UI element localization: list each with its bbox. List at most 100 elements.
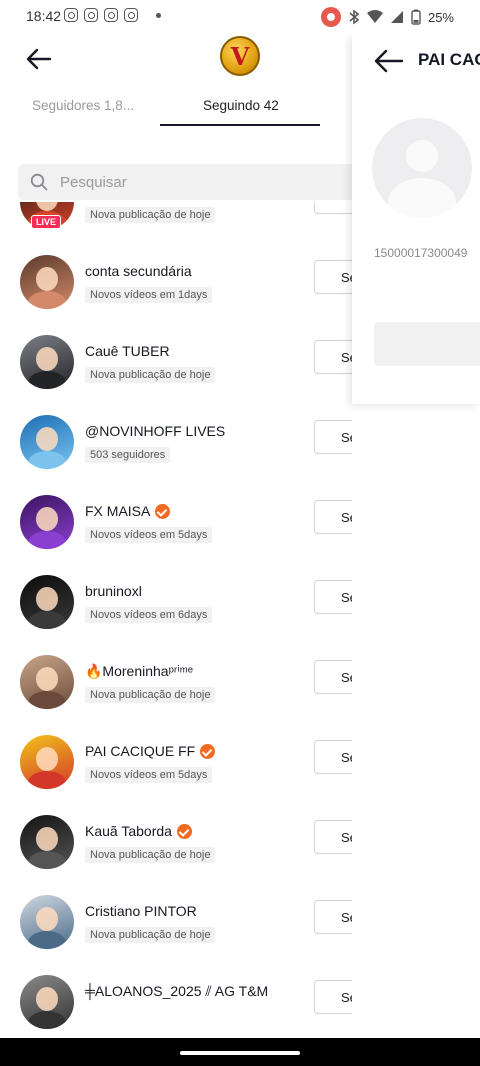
profile-user-id: 15000017300049 [374, 246, 468, 260]
search-icon [30, 173, 48, 191]
user-name: Cristiano PINTOR [85, 903, 197, 919]
search-bar[interactable] [18, 164, 352, 200]
bluetooth-icon [349, 9, 360, 25]
notification-icons [64, 8, 161, 22]
user-name: bruninoxl [85, 583, 142, 599]
user-name-line: bruninoxl [85, 583, 142, 599]
user-name: conta secundária [85, 263, 192, 279]
user-activity-label: Nova publicação de hoje [85, 207, 216, 223]
following-button[interactable]: Se [314, 500, 352, 534]
user-activity-label: Novos vídeos em 5days [85, 527, 213, 543]
back-arrow-icon [374, 49, 404, 73]
profile-title: PAI CACIQUE FF [418, 50, 480, 69]
user-activity-label: Nova publicação de hoje [85, 847, 216, 863]
user-name: @NOVINHOFF LIVES [85, 423, 226, 439]
user-name-line: PAI CACIQUE FF [85, 743, 216, 759]
following-list-item[interactable]: PAI CACIQUE FF Novos vídeos em 5days Se [0, 722, 352, 802]
user-name: PAI CACIQUE FF [85, 743, 196, 759]
following-button[interactable]: Se [314, 980, 352, 1014]
status-time: 18:42 [26, 8, 62, 24]
logo-letter: V [230, 41, 250, 71]
user-avatar[interactable] [20, 735, 74, 789]
instagram-icon [84, 8, 98, 22]
user-name-line: Kauã Taborda [85, 823, 192, 839]
user-avatar[interactable] [20, 895, 74, 949]
verified-badge-icon [176, 823, 192, 839]
following-list-item[interactable]: LIVECASAL GB TMNova publicação de hojeSe [0, 202, 352, 242]
profile-action-button[interactable] [374, 322, 480, 366]
following-button[interactable]: Se [314, 900, 352, 934]
following-list-item[interactable]: bruninoxl Novos vídeos em 6days Se [0, 562, 352, 642]
user-activity-label: 503 seguidores [85, 447, 171, 463]
user-activity-label: Nova publicação de hoje [85, 927, 216, 943]
user-name: Kauã Taborda [85, 823, 172, 839]
user-avatar[interactable] [20, 815, 74, 869]
signal-icon [390, 11, 403, 23]
user-activity-label: Novos vídeos em 5days [85, 767, 213, 783]
back-arrow-icon [26, 48, 52, 70]
app-notification-icon [64, 8, 78, 22]
following-button[interactable]: Se [314, 260, 352, 294]
home-gesture-bar[interactable] [180, 1051, 300, 1055]
following-button[interactable]: Se [314, 420, 352, 454]
user-name-line: 🔥Moreninhaᵖʳⁱᵐᵉ [85, 663, 193, 680]
user-name-line: @NOVINHOFF LIVES [85, 423, 225, 439]
following-list-item[interactable]: @NOVINHOFF LIVES 503 seguidores Se [0, 402, 352, 482]
battery-icon [411, 9, 421, 25]
following-list: LIVECASAL GB TMNova publicação de hojeSe… [0, 202, 352, 1038]
user-name-line: Cauê TUBER [85, 343, 170, 359]
active-tab-indicator [160, 124, 320, 126]
user-name: FX MAISA [85, 503, 151, 519]
live-badge: LIVE [31, 215, 62, 229]
following-button[interactable]: Se [314, 202, 352, 214]
user-avatar[interactable] [20, 255, 74, 309]
following-button[interactable]: Se [314, 660, 352, 694]
status-bar: 18:42 25% [0, 0, 480, 34]
wifi-icon [366, 10, 383, 23]
screen-record-icon [320, 7, 341, 27]
following-list-item[interactable]: conta secundária Novos vídeos em 1days Se [0, 242, 352, 322]
following-list-item[interactable]: Kauã Taborda Nova publicação de hoje Se [0, 802, 352, 882]
user-activity-label: Novos vídeos em 1days [85, 287, 213, 303]
verified-badge-icon [200, 743, 216, 759]
back-button[interactable] [22, 42, 56, 76]
following-list-item[interactable]: Cauê TUBER Nova publicação de hoje Se [0, 322, 352, 402]
battery-percentage: 25% [427, 9, 454, 25]
following-list-item[interactable]: Cristiano PINTOR Nova publicação de hoje S… [0, 882, 352, 962]
more-notifications-icon [156, 12, 161, 18]
navigation-bar [0, 1038, 480, 1066]
following-list-item[interactable]: FX MAISA Novos vídeos em 5days Se [0, 482, 352, 562]
profile-logo[interactable]: V [220, 36, 260, 76]
following-list-item[interactable]: ╪ALOANOS_2025 ⫽ AG T&M Se [0, 962, 352, 1038]
user-avatar[interactable] [20, 975, 74, 1029]
user-name: ╪ALOANOS_2025 ⫽ AG T&M [85, 983, 269, 999]
following-button[interactable]: Se [314, 340, 352, 374]
user-name-line: FX MAISA [85, 503, 171, 519]
user-name-line: ╪ALOANOS_2025 ⫽ AG T&M [85, 983, 268, 1000]
profile-avatar-placeholder [372, 118, 472, 218]
system-icons: 25% [320, 7, 454, 27]
user-activity-label: Nova publicação de hoje [85, 367, 216, 383]
profile-back-button[interactable] [372, 46, 406, 76]
following-button[interactable]: Se [314, 740, 352, 774]
user-name: Cauê TUBER [85, 343, 170, 359]
tab-followers[interactable]: Seguidores 1,8... [32, 98, 134, 113]
user-avatar[interactable] [20, 415, 74, 469]
user-avatar[interactable] [20, 335, 74, 389]
verified-badge-icon [155, 503, 171, 519]
tab-following[interactable]: Seguindo 42 [203, 98, 279, 113]
following-button[interactable]: Se [314, 820, 352, 854]
following-list-item[interactable]: 🔥Moreninhaᵖʳⁱᵐᵉ Nova publicação de hoje Se [0, 642, 352, 722]
following-button[interactable]: Se [314, 580, 352, 614]
user-avatar[interactable] [20, 495, 74, 549]
user-avatar[interactable] [20, 655, 74, 709]
app-notification-icon [124, 8, 138, 22]
following-list-panel: V Seguidores 1,8... Seguindo 42 LIVECASA… [0, 34, 352, 1038]
user-name-line: Cristiano PINTOR [85, 903, 197, 919]
user-activity-label: Novos vídeos em 6days [85, 607, 213, 623]
user-name-line: conta secundária [85, 263, 192, 279]
profile-preview-panel: PAI CACIQUE FF 15000017300049 [352, 34, 480, 404]
search-input[interactable] [60, 164, 340, 200]
user-activity-label: Nova publicação de hoje [85, 687, 216, 703]
user-avatar[interactable] [20, 575, 74, 629]
